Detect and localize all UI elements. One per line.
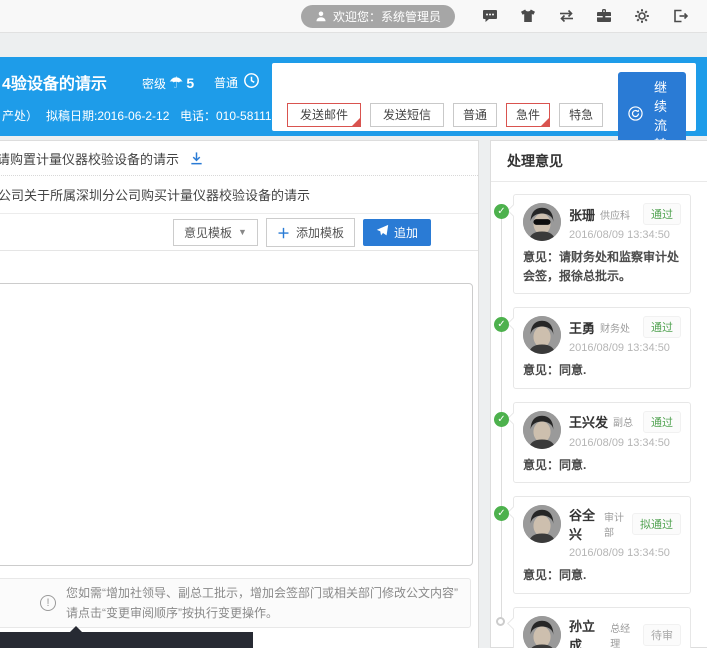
opinion-input[interactable] xyxy=(0,283,473,566)
status-badge: 拟通过 xyxy=(632,513,681,535)
priority-normal-button[interactable]: 普通 xyxy=(453,103,497,127)
commenter-dept: 副总 xyxy=(613,414,633,429)
info-icon: ! xyxy=(40,595,56,611)
comment-card[interactable]: 谷全兴 审计部 拟通过 2016/08/09 13:34:50 意见：同意. xyxy=(513,496,691,594)
topbar-icons xyxy=(471,0,699,33)
commenter-name: 张珊 xyxy=(569,205,595,224)
commenter-name: 王兴发 xyxy=(569,412,608,431)
timeline-dot: ✓ xyxy=(494,204,509,219)
comment-item: ✓ 张珊 供应科 通过 xyxy=(513,194,691,294)
document-main-panel: 请购置计量仪器校验设备的请示 公司关于所属深圳分公司购买计量仪器校验设备的请示 … xyxy=(0,140,479,648)
swap-arrows-icon[interactable] xyxy=(547,0,585,33)
priority-extra-urgent-button[interactable]: 特急 xyxy=(559,103,603,127)
refresh-circle-icon xyxy=(628,106,643,124)
welcome-text: 欢迎您：系统管理员 xyxy=(333,8,441,25)
comment-item: ✓ 谷全兴 审计部 拟通过 xyxy=(513,496,691,594)
avatar xyxy=(523,316,561,354)
comment-time: 2016/08/09 13:34:50 xyxy=(569,229,681,241)
comment-opinion: 意见：同意. xyxy=(523,456,681,475)
subject-row: 公司关于所属深圳分公司购买计量仪器校验设备的请示 xyxy=(0,176,478,214)
timeline-dot: ✓ xyxy=(494,317,509,332)
notice-line1: 您如需“增加社领导、副总工批示，增加会签部门或相关部门修改公文内容” xyxy=(66,583,458,603)
theme-shirt-icon[interactable] xyxy=(509,0,547,33)
toolbox-icon[interactable] xyxy=(585,0,623,33)
timeline-dot xyxy=(496,617,505,626)
document-title: 4验设备的请示 xyxy=(2,70,107,94)
avatar xyxy=(523,411,561,449)
commenter-dept: 审计部 xyxy=(604,509,627,539)
draft-date: 拟稿日期:2016-06-2-12 xyxy=(46,107,169,124)
comment-opinion: 意见：请财务处和监察审计处会签，报徐总批示。 xyxy=(523,248,681,285)
avatar xyxy=(523,505,561,543)
umbrella-icon: ☂ xyxy=(169,73,183,93)
attachment-title[interactable]: 请购置计量仪器校验设备的请示 xyxy=(0,149,179,168)
comment-item: ✓ 王兴发 副总 通过 xyxy=(513,402,691,484)
timeline-dot: ✓ xyxy=(494,412,509,427)
comment-card[interactable]: 王兴发 副总 通过 2016/08/09 13:34:50 意见：同意. xyxy=(513,402,691,484)
commenter-name: 王勇 xyxy=(569,318,595,337)
document-speed: 普通 xyxy=(214,72,260,92)
comment-opinion: 意见：同意. xyxy=(523,361,681,380)
notice-line2: 请点击“变更审阅顺序”按执行变更操作。 xyxy=(66,603,458,623)
timeline-dot: ✓ xyxy=(494,506,509,521)
comments-list: ✓ 张珊 供应科 通过 xyxy=(491,182,707,648)
comment-icon[interactable] xyxy=(471,0,509,33)
download-icon[interactable] xyxy=(189,151,204,166)
send-mail-button[interactable]: 发送邮件 xyxy=(287,103,361,127)
comment-card[interactable]: 张珊 供应科 通过 2016/08/09 13:34:50 意见：请财务处和监察… xyxy=(513,194,691,294)
commenter-dept: 财务处 xyxy=(600,320,630,335)
avatar xyxy=(523,203,561,241)
sidebar-title: 处理意见 xyxy=(491,141,707,182)
avatar xyxy=(523,616,561,648)
commenter-name: 孙立成 xyxy=(569,616,605,648)
priority-urgent-button[interactable]: 急件 xyxy=(506,103,550,127)
comment-time: 2016/08/09 13:34:50 xyxy=(569,547,681,559)
status-badge: 通过 xyxy=(643,411,681,433)
add-template-button[interactable]: ＋添加模板 xyxy=(266,218,355,247)
comment-card[interactable]: 王勇 财务处 通过 2016/08/09 13:34:50 意见：同意. xyxy=(513,307,691,389)
commenter-dept: 供应科 xyxy=(600,207,630,222)
attachment-row: 请购置计量仪器校验设备的请示 xyxy=(0,141,478,176)
comment-item: ✓ 王勇 财务处 通过 xyxy=(513,307,691,389)
document-subject: 公司关于所属深圳分公司购买计量仪器校验设备的请示 xyxy=(0,185,310,204)
user-icon xyxy=(315,10,327,22)
comment-time: 2016/08/09 13:34:50 xyxy=(569,437,681,449)
topbar: 欢迎您：系统管理员 xyxy=(0,0,707,33)
settings-gear-icon[interactable] xyxy=(623,0,661,33)
comment-opinion: 意见：同意. xyxy=(523,566,681,585)
commenter-dept: 总经理 xyxy=(610,620,638,648)
user-welcome-pill[interactable]: 欢迎您：系统管理员 xyxy=(301,5,455,28)
opinions-sidebar: 处理意见 ✓ 张珊 供 xyxy=(490,140,707,648)
status-badge: 通过 xyxy=(643,316,681,338)
comment-time: 2016/08/09 13:34:50 xyxy=(569,342,681,354)
plus-icon: ＋ xyxy=(277,223,290,242)
logout-icon[interactable] xyxy=(661,0,699,33)
comment-item: 孙立成 总经理 待审 xyxy=(513,607,691,648)
comment-card[interactable]: 孙立成 总经理 待审 xyxy=(513,607,691,648)
status-badge: 待审 xyxy=(643,624,681,646)
secrecy-level: 密级 ☂ 5 xyxy=(142,73,194,93)
notice-box: ! 您如需“增加社领导、副总工批示，增加会签部门或相关部门修改公文内容” 请点击… xyxy=(0,578,471,628)
clock-icon xyxy=(243,72,260,92)
draft-dept: 产处） xyxy=(2,107,38,124)
opinion-template-dropdown[interactable]: 意见模板▼ xyxy=(173,219,258,246)
send-plane-icon xyxy=(376,224,389,240)
status-badge: 通过 xyxy=(643,203,681,225)
opinion-toolbar: 意见模板▼ ＋添加模板 追加 xyxy=(0,214,478,251)
action-panel: 发送邮件 发送短信 普通 急件 特急 继续流转 常用词汇 词 流转信息 xyxy=(272,63,696,131)
send-sms-button[interactable]: 发送短信 xyxy=(370,103,444,127)
tooltip-popup xyxy=(0,632,253,648)
document-header: 4验设备的请示 密级 ☂ 5 普通 产处） 拟稿日期:2016-06-2-12 … xyxy=(0,57,707,136)
append-button[interactable]: 追加 xyxy=(363,219,431,246)
chevron-down-icon: ▼ xyxy=(238,227,247,237)
commenter-name: 谷全兴 xyxy=(569,505,599,543)
